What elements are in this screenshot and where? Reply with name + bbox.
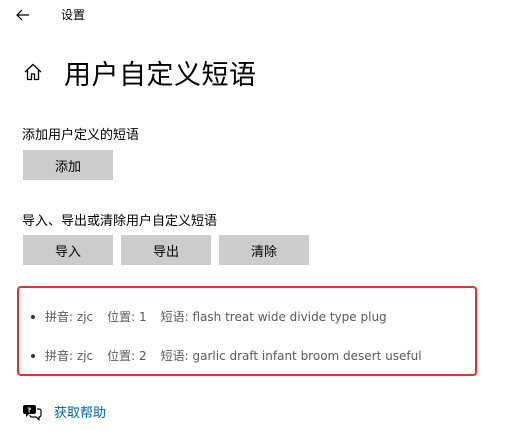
add-button[interactable]: 添加 — [23, 150, 113, 180]
phrase-label: 短语: — [160, 349, 189, 363]
export-button[interactable]: 导出 — [121, 235, 211, 265]
list-item[interactable]: 拼音: zjc 位置: 2 短语: garlic draft infant br… — [31, 347, 422, 364]
back-button[interactable] — [10, 4, 36, 26]
pinyin-value: zjc — [76, 309, 94, 324]
io-section-label: 导入、导出或清除用户自定义短语 — [22, 214, 218, 229]
bullet-icon — [31, 314, 35, 319]
list-item[interactable]: 拼音: zjc 位置: 1 短语: flash treat wide divid… — [31, 308, 387, 325]
window-title: 设置 — [61, 8, 86, 22]
get-help-link[interactable]: ? 获取帮助 — [22, 402, 106, 421]
svg-text:?: ? — [27, 406, 31, 414]
get-help-label[interactable]: 获取帮助 — [54, 402, 106, 421]
phrase-list: 拼音: zjc 位置: 1 短语: flash treat wide divid… — [17, 286, 477, 376]
position-label: 位置: — [107, 349, 136, 363]
help-chat-icon: ? — [22, 403, 42, 421]
position-value: 2 — [138, 348, 147, 363]
page-title: 用户自定义短语 — [64, 59, 257, 91]
title-bar: 设置 — [0, 0, 517, 32]
bullet-icon — [31, 353, 35, 358]
page-header: 用户自定义短语 — [22, 52, 257, 92]
import-button[interactable]: 导入 — [23, 235, 113, 265]
arrow-left-icon — [16, 6, 30, 25]
pinyin-label: 拼音: — [45, 310, 74, 324]
phrase-label: 短语: — [160, 310, 189, 324]
phrase-value: flash treat wide divide type plug — [192, 309, 387, 324]
position-label: 位置: — [107, 310, 136, 324]
pinyin-value: zjc — [76, 348, 94, 363]
add-section-label: 添加用户定义的短语 — [22, 128, 140, 143]
pinyin-label: 拼音: — [45, 349, 74, 363]
clear-button[interactable]: 清除 — [219, 235, 309, 265]
home-icon[interactable] — [22, 61, 44, 83]
position-value: 1 — [138, 309, 147, 324]
phrase-value: garlic draft infant broom desert useful — [192, 348, 422, 363]
